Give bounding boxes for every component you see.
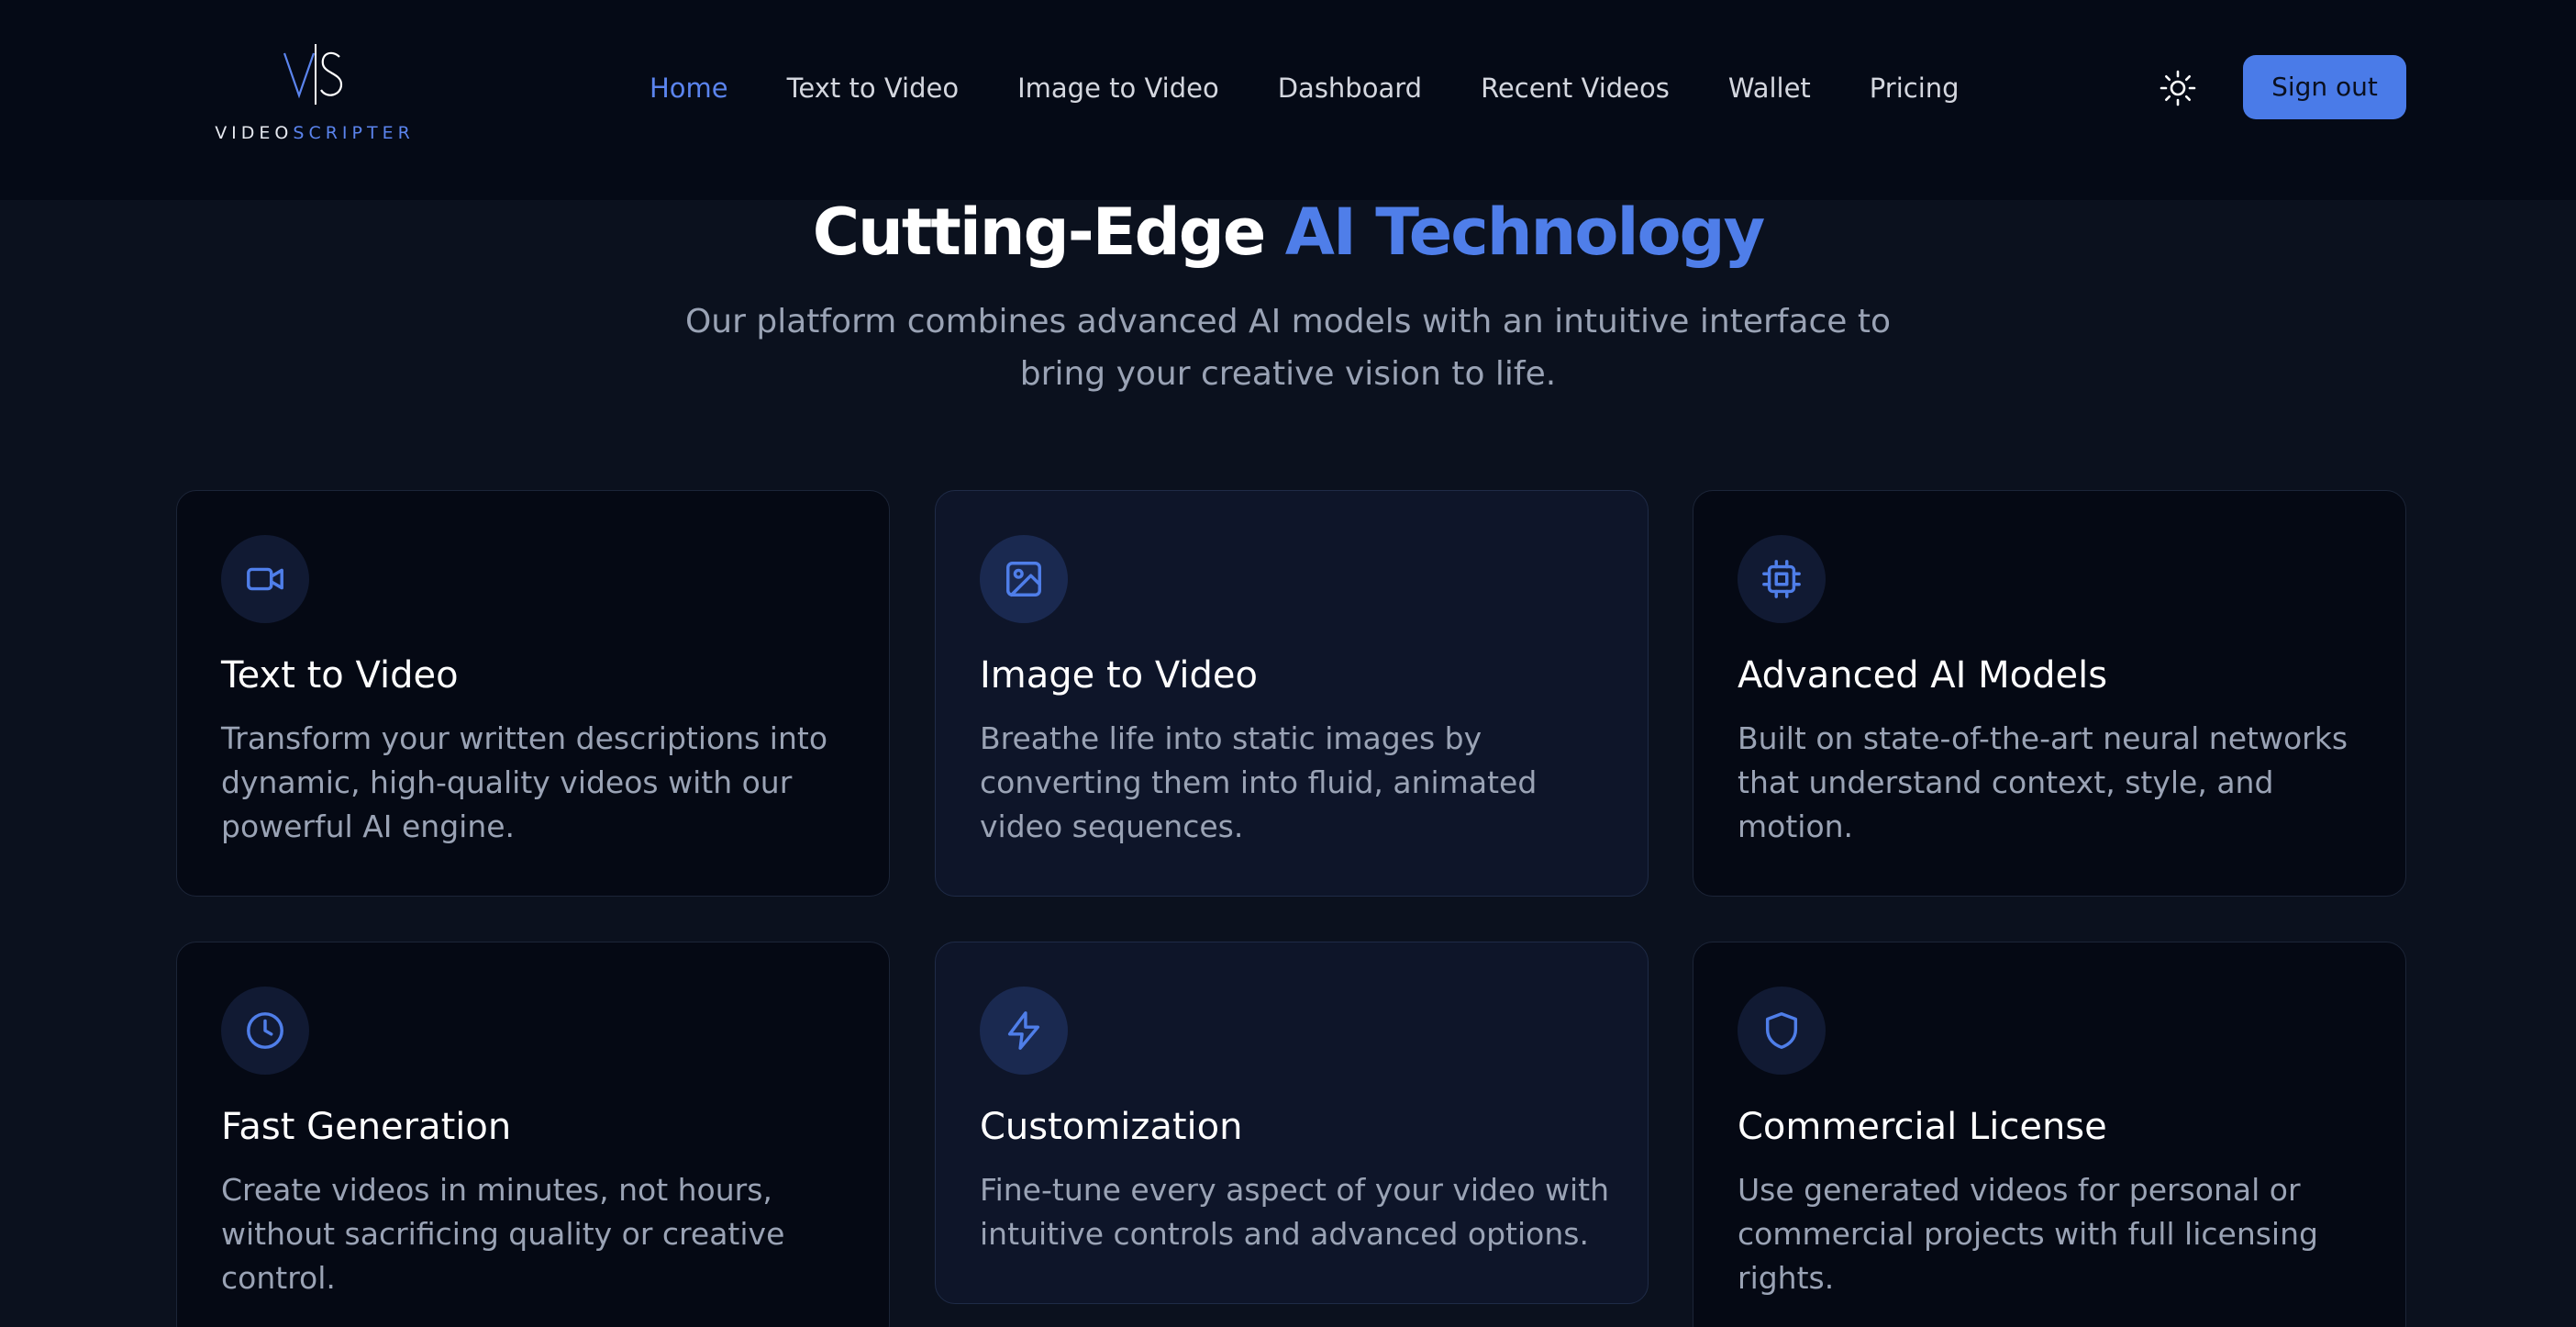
nav-dashboard[interactable]: Dashboard — [1278, 68, 1422, 108]
feature-desc-line: that understand context, style, and — [1738, 764, 2274, 800]
feature-desc-line: rights. — [1738, 1260, 1835, 1296]
feature-icon-badge — [1738, 535, 1826, 623]
feature-desc-line: converting them into fluid, animated — [980, 764, 1538, 800]
top-header: VIDEOSCRIPTER Home Text to Video Image t… — [0, 0, 2576, 200]
logo[interactable]: VIDEOSCRIPTER — [213, 39, 416, 147]
feature-card-image-to-video: Image to Video Breathe life into static … — [935, 490, 1649, 897]
cpu-chip-icon — [1762, 560, 1801, 598]
image-icon — [1006, 562, 1041, 597]
nav-image-to-video[interactable]: Image to Video — [1017, 68, 1219, 108]
feature-title: Fast Generation — [221, 1106, 512, 1148]
feature-desc-line: video sequences. — [980, 808, 1244, 844]
feature-desc-line: Built on state-of-the-art neural network… — [1738, 720, 2348, 756]
feature-icon-badge — [221, 987, 309, 1075]
feature-desc-line: commercial projects with full licensing — [1738, 1216, 2318, 1252]
logo-wordmark: VIDEOSCRIPTER — [213, 123, 416, 143]
shield-icon — [1765, 1012, 1798, 1049]
feature-desc-line: intuitive controls and advanced options. — [980, 1216, 1589, 1252]
feature-icon-badge — [1738, 987, 1826, 1075]
nav-home[interactable]: Home — [650, 68, 728, 108]
logo-word-video: VIDEO — [215, 123, 294, 143]
theme-toggle-button[interactable] — [2158, 68, 2198, 108]
hero-subtitle: Our platform combines advanced AI models… — [642, 296, 1934, 400]
nav-pricing[interactable]: Pricing — [1870, 68, 1960, 108]
feature-description: Transform your written descriptions into… — [221, 717, 854, 849]
hero-title-part1: Cutting-Edge — [812, 195, 1267, 270]
hero-title: Cutting-Edge AI Technology — [0, 191, 2576, 273]
feature-description: Create videos in minutes, not hours, with… — [221, 1168, 854, 1300]
clock-icon — [247, 1012, 283, 1049]
feature-description: Fine-tune every aspect of your video wit… — [980, 1168, 1613, 1256]
nav-wallet[interactable]: Wallet — [1728, 68, 1811, 108]
feature-card-advanced-ai-models: Advanced AI Models Built on state-of-the… — [1693, 490, 2406, 897]
feature-title: Text to Video — [221, 654, 459, 697]
feature-desc-line: without sacrificing quality or creative — [221, 1216, 785, 1252]
feature-desc-line: Create videos in minutes, not hours, — [221, 1172, 772, 1208]
nav-recent-videos[interactable]: Recent Videos — [1481, 68, 1670, 108]
feature-desc-line: control. — [221, 1260, 336, 1296]
feature-title: Commercial License — [1738, 1106, 2107, 1148]
feature-title: Image to Video — [980, 654, 1258, 697]
sign-out-button[interactable]: Sign out — [2243, 55, 2406, 119]
feature-desc-line: motion. — [1738, 808, 1854, 844]
feature-title: Advanced AI Models — [1738, 654, 2108, 697]
feature-desc-line: Fine-tune every aspect of your video wit… — [980, 1172, 1610, 1208]
main-nav: Home Text to Video Image to Video Dashbo… — [650, 68, 1960, 108]
hero-subtitle-line2: bring your creative vision to life. — [1019, 355, 1557, 393]
hero-title-highlight: AI Technology — [1284, 195, 1766, 270]
feature-desc-line: dynamic, high-quality videos with our — [221, 764, 793, 800]
nav-text-to-video[interactable]: Text to Video — [787, 68, 959, 108]
logo-word-scripter: SCRIPTER — [293, 123, 415, 143]
feature-desc-line: powerful AI engine. — [221, 808, 516, 844]
feature-desc-line: Transform your written descriptions into — [221, 720, 828, 756]
feature-card-text-to-video: Text to Video Transform your written des… — [176, 490, 890, 897]
feature-title: Customization — [980, 1106, 1243, 1148]
feature-icon-badge — [980, 535, 1068, 623]
feature-icon-badge — [980, 987, 1068, 1075]
feature-description: Use generated videos for personal or comm… — [1738, 1168, 2371, 1300]
video-camera-icon — [247, 567, 283, 591]
feature-description: Built on state-of-the-art neural network… — [1738, 717, 2371, 849]
feature-card-commercial-license: Commercial License Use generated videos … — [1693, 942, 2406, 1327]
feature-card-customization: Customization Fine-tune every aspect of … — [935, 942, 1649, 1304]
sun-icon — [2160, 70, 2196, 106]
feature-desc-line: Breathe life into static images by — [980, 720, 1482, 756]
feature-card-fast-generation: Fast Generation Create videos in minutes… — [176, 942, 890, 1327]
feature-description: Breathe life into static images by conver… — [980, 717, 1613, 849]
hero-subtitle-line1: Our platform combines advanced AI models… — [684, 303, 1892, 340]
feature-desc-line: Use generated videos for personal or — [1738, 1172, 2301, 1208]
logo-mark-icon — [283, 44, 343, 105]
lightning-icon — [1007, 1011, 1040, 1050]
feature-icon-badge — [221, 535, 309, 623]
